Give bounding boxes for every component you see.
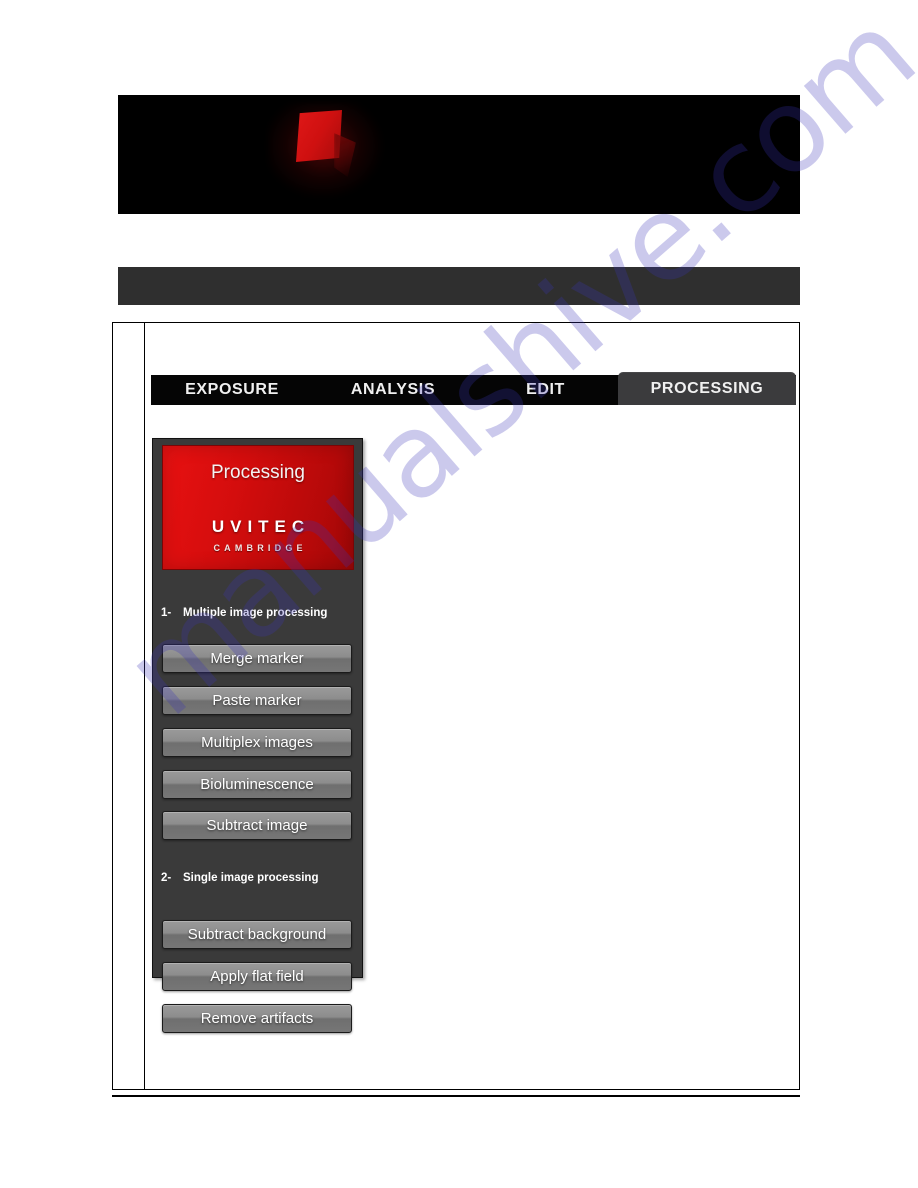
left-gutter-column [113,323,145,1089]
application-screenshot: EXPOSURE ANALYSIS EDIT PROCESSING Proces… [151,372,796,1075]
subtract-background-button[interactable]: Subtract background [162,920,352,949]
tab-processing-label: PROCESSING [650,379,764,397]
bioluminescence-button[interactable]: Bioluminescence [162,770,352,799]
section-2-number: 2- [161,872,172,884]
main-tab-bar: EXPOSURE ANALYSIS EDIT PROCESSING [151,372,796,405]
subtract-image-label: Subtract image [206,817,308,834]
subtract-image-button[interactable]: Subtract image [162,811,352,840]
section-1-title: Multiple image processing [183,607,328,619]
content-frame: EXPOSURE ANALYSIS EDIT PROCESSING Proces… [112,322,800,1090]
processing-control-panel: Processing UVITEC CAMBRIDGE 1- Multiple … [152,438,363,1033]
subtract-background-label: Subtract background [187,926,327,943]
paste-marker-button[interactable]: Paste marker [162,686,352,715]
tab-exposure[interactable]: EXPOSURE [151,375,313,405]
apply-flat-field-button[interactable]: Apply flat field [162,962,352,991]
remove-artifacts-button[interactable]: Remove artifacts [162,1004,352,1033]
paste-marker-label: Paste marker [212,692,302,709]
bioluminescence-label: Bioluminescence [200,776,314,793]
tab-processing[interactable]: PROCESSING [618,372,796,405]
logo-card-subtitle: CAMBRIDGE [213,543,307,553]
merge-marker-label: Merge marker [210,650,304,667]
remove-artifacts-label: Remove artifacts [200,1010,314,1027]
section-1-number: 1- [161,607,172,619]
tab-analysis[interactable]: ANALYSIS [313,375,473,405]
section-2-title: Single image processing [183,872,319,884]
header-banner [118,95,800,214]
logo-card-brand: UVITEC [211,517,311,536]
tab-exposure-label: EXPOSURE [185,381,279,398]
tab-edit-label: EDIT [526,381,565,398]
tab-edit[interactable]: EDIT [473,375,618,405]
section-heading-single-image-processing: 2- Single image processing [161,872,357,884]
section-divider-bar [118,267,800,305]
multiplex-images-button[interactable]: Multiplex images [162,728,352,757]
tab-analysis-label: ANALYSIS [350,381,436,398]
multiplex-images-label: Multiplex images [201,734,313,751]
page-bottom-rule [112,1095,800,1097]
logo-card-title: Processing [211,462,305,483]
apply-flat-field-label: Apply flat field [210,968,304,985]
section-heading-multiple-image-processing: 1- Multiple image processing [161,607,357,619]
merge-marker-button[interactable]: Merge marker [162,644,352,673]
processing-logo-card: Processing UVITEC CAMBRIDGE [162,445,354,570]
